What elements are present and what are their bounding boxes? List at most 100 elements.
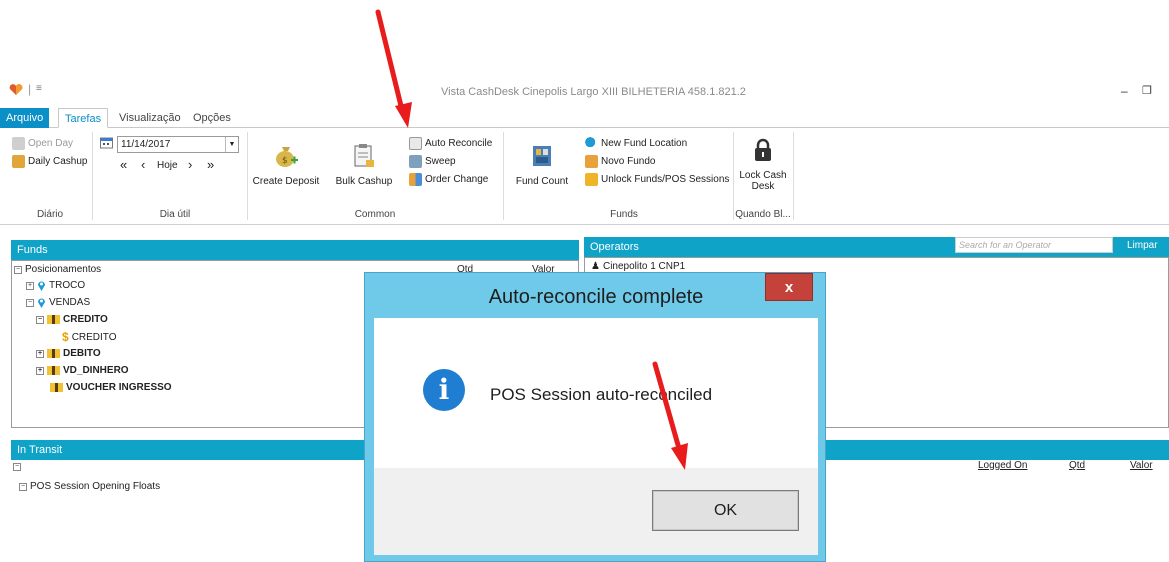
previous-day-button[interactable]: ‹ (141, 157, 145, 172)
novo-fundo-button[interactable]: Novo Fundo (585, 155, 655, 168)
next-day-button[interactable]: › (188, 157, 192, 172)
ok-button[interactable]: OK (652, 490, 799, 531)
open-day-label: Open Day (28, 138, 74, 149)
dialog-title: Auto-reconcile complete (488, 286, 704, 308)
today-button[interactable]: Hoje (157, 160, 178, 171)
quick-access-divider: | (28, 82, 32, 96)
fund-count-button[interactable]: Fund Count (510, 142, 574, 187)
tree-node-label: CREDITO (71, 331, 117, 343)
create-deposit-button[interactable]: $ Create Deposit (250, 142, 322, 187)
sweep-label: Sweep (425, 156, 456, 167)
info-icon: i (423, 369, 465, 411)
collapse-icon[interactable]: − (13, 463, 21, 471)
tree-node-credito-child[interactable]: $ CREDITO (62, 330, 117, 344)
daily-cashup-label: Daily Cashup (28, 156, 88, 167)
business-date-value: 11/14/2017 (121, 139, 171, 150)
expand-icon[interactable]: + (36, 366, 44, 375)
tree-node-pos-session-floats[interactable]: − POS Session Opening Floats (19, 481, 160, 492)
tab-arquivo[interactable]: Arquivo (0, 108, 50, 128)
sweep-button[interactable]: Sweep (409, 155, 456, 168)
col-valor[interactable]: Valor (1130, 460, 1153, 471)
operator-search-input[interactable]: Search for an Operator (955, 237, 1113, 253)
expand-icon[interactable]: + (26, 281, 34, 290)
money-bag-icon: $ (272, 142, 300, 170)
scales-icon (409, 137, 422, 150)
operator-row[interactable]: ♟ Cinepolito 1 CNP1 (591, 261, 685, 272)
maximize-button[interactable]: ❐ (1142, 84, 1152, 97)
ribbon-tabs: Arquivo Tarefas Visualização Opções (0, 108, 1169, 128)
tab-opcoes[interactable]: Opções (187, 108, 237, 128)
group-separator (733, 132, 734, 220)
funds-panel-header: Funds (11, 240, 579, 260)
col-logged-on[interactable]: Logged On (978, 460, 1028, 471)
group-separator (793, 132, 794, 220)
next-fast-button[interactable]: » (207, 157, 214, 172)
previous-fast-button[interactable]: « (120, 157, 127, 172)
dialog-message: POS Session auto-reconciled (490, 385, 713, 404)
tree-node-troco[interactable]: + TROCO (26, 280, 85, 291)
svg-text:$: $ (282, 156, 288, 166)
unlock-icon (585, 173, 598, 186)
fund-count-icon (528, 142, 556, 170)
collapse-icon[interactable]: − (14, 265, 22, 274)
chevron-down-icon[interactable]: ▼ (225, 137, 238, 152)
tree-node-label: TROCO (49, 280, 86, 291)
fund-count-label: Fund Count (515, 176, 569, 187)
group-label-diario: Diário (36, 209, 64, 220)
operator-name: Cinepolito 1 CNP1 (602, 261, 686, 272)
tab-visualizacao[interactable]: Visualização (113, 108, 187, 128)
lock-cash-desk-button[interactable]: Lock Cash Desk (736, 136, 790, 192)
tree-node-label: Posicionamentos (25, 264, 102, 275)
group-label-common: Common (354, 209, 396, 220)
lock-icon (749, 136, 777, 164)
tree-node-posicionamentos[interactable]: − Posicionamentos (14, 264, 101, 275)
create-deposit-label: Create Deposit (252, 176, 320, 187)
user-icon: ♟ (591, 261, 600, 272)
tree-node-credito[interactable]: − CREDITO (36, 314, 108, 325)
new-fund-icon (585, 155, 598, 168)
tree-node-vendas[interactable]: − VENDAS (26, 297, 90, 308)
location-pin-icon (38, 281, 45, 291)
tree-node-label: VOUCHER INGRESSO (66, 382, 172, 393)
window-title: Vista CashDesk Cinepolis Largo XIII BILH… (441, 86, 746, 98)
auto-reconcile-button[interactable]: Auto Reconcile (409, 137, 492, 150)
group-separator (247, 132, 248, 220)
sweep-icon (409, 155, 422, 168)
lock-cash-desk-label-line2: Desk (751, 181, 775, 192)
tree-node-vd-dinheiro[interactable]: + VD_DINHERO (36, 365, 129, 376)
tab-tarefas[interactable]: Tarefas (58, 108, 109, 128)
bulk-cashup-label: Bulk Cashup (335, 176, 393, 187)
fund-icon (50, 383, 63, 392)
collapse-icon[interactable]: − (36, 315, 44, 324)
fund-icon (47, 366, 60, 375)
unlock-funds-label: Unlock Funds/POS Sessions (601, 174, 730, 185)
location-pin-icon (38, 298, 45, 308)
tree-node-label: DEBITO (63, 348, 101, 359)
clear-search-button[interactable]: Limpar (1127, 240, 1158, 251)
operators-panel-title: Operators (590, 241, 639, 253)
order-change-button[interactable]: Order Change (409, 173, 488, 186)
minimize-button[interactable]: – (1121, 84, 1128, 98)
tree-node-voucher[interactable]: VOUCHER INGRESSO (50, 382, 172, 393)
new-fund-location-button[interactable]: New Fund Location (585, 137, 687, 150)
calendar-icon[interactable] (100, 136, 113, 152)
collapse-icon[interactable]: − (26, 298, 34, 307)
unlock-funds-button[interactable]: Unlock Funds/POS Sessions (585, 173, 729, 186)
clipboard-icon (350, 142, 378, 170)
expand-icon[interactable]: + (36, 349, 44, 358)
open-day-button[interactable]: Open Day (12, 137, 73, 150)
order-change-label: Order Change (425, 174, 489, 185)
bulk-cashup-button[interactable]: Bulk Cashup (330, 142, 398, 187)
quick-access-menu-icon[interactable]: ≡ (36, 83, 42, 94)
daily-cashup-button[interactable]: Daily Cashup (12, 155, 87, 168)
group-separator (503, 132, 504, 220)
collapse-icon[interactable]: − (19, 482, 27, 491)
tree-node-debito[interactable]: + DEBITO (36, 348, 101, 359)
business-date-picker[interactable]: 11/14/2017 ▼ (117, 136, 239, 153)
group-label-dia-util: Dia útil (159, 209, 191, 220)
col-qtd[interactable]: Qtd (1069, 460, 1085, 471)
auto-reconcile-dialog: Auto-reconcile complete x i POS Session … (364, 272, 826, 562)
dialog-close-button[interactable]: x (765, 273, 813, 301)
tree-node-label: POS Session Opening Floats (30, 481, 161, 492)
tree-node-label: VD_DINHERO (63, 365, 129, 376)
